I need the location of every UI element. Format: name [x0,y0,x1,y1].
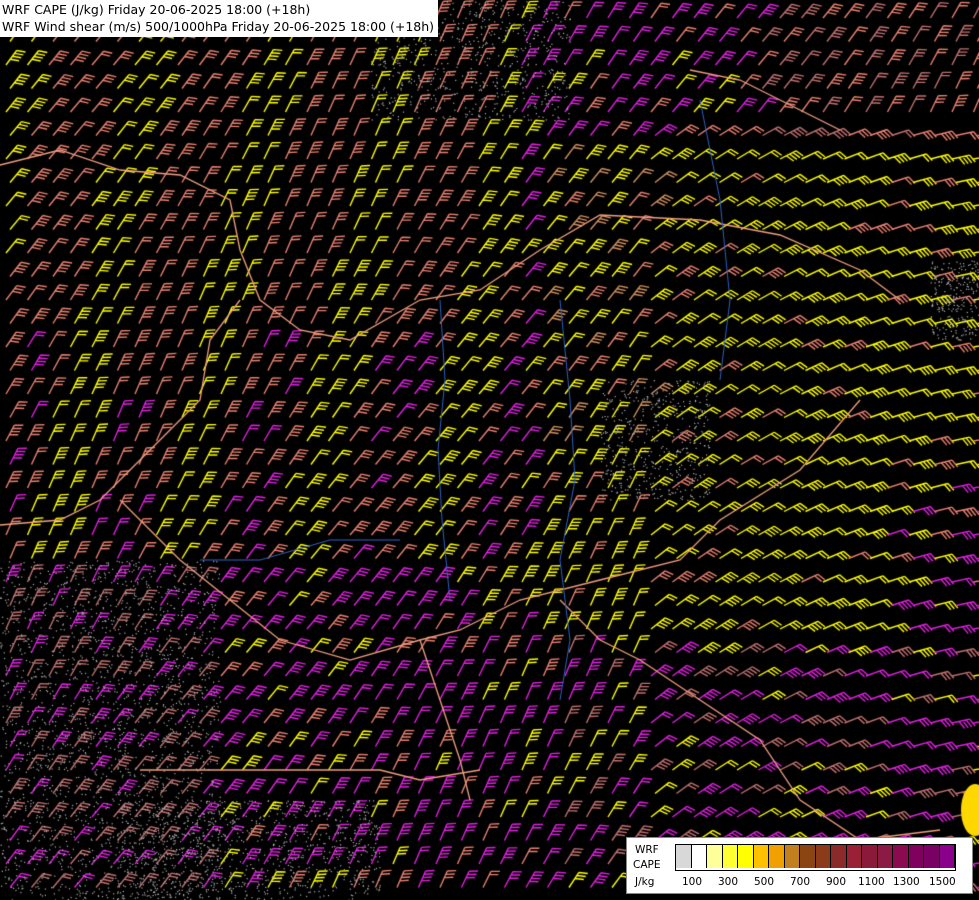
legend-swatch [707,845,723,868]
wind-shear-title: WRF Wind shear (m/s) 500/1000hPa Friday … [2,19,435,34]
legend-swatch [676,845,692,868]
legend-swatch [815,845,831,868]
legend-tick: 300 [718,876,739,888]
legend-swatch [691,845,707,868]
wind-shear-barb-map [0,0,979,900]
legend-tick: 100 [682,876,703,888]
legend-swatch [831,845,847,868]
legend-tick: 500 [754,876,775,888]
legend-tick: 1300 [893,876,920,888]
legend-swatch [877,845,893,868]
legend-swatch [722,845,738,868]
legend-swatch [769,845,785,868]
legend-swatch [738,845,754,868]
legend-swatch [846,845,862,868]
cape-legend: WRF CAPE J/kg 100 300 500 700 900 1100 1… [626,837,973,894]
legend-swatch [939,845,955,868]
legend-swatch [908,845,924,868]
legend-swatch [893,845,909,868]
legend-color-scale [675,844,956,871]
legend-unit-label: J/kg [635,876,655,888]
legend-tick: 1500 [929,876,956,888]
legend-swatch [924,845,940,868]
legend-swatch [862,845,878,868]
legend-tick: 700 [790,876,811,888]
map-title-box: WRF CAPE (J/kg) Friday 20-06-2025 18:00 … [0,0,439,37]
legend-param-label: CAPE [633,859,661,871]
legend-swatch [784,845,800,868]
cape-title: WRF CAPE (J/kg) Friday 20-06-2025 18:00 … [2,2,311,17]
legend-swatch [753,845,769,868]
legend-model-label: WRF [635,844,659,856]
legend-tick: 900 [826,876,847,888]
legend-tick: 1100 [858,876,885,888]
legend-swatch [800,845,816,868]
